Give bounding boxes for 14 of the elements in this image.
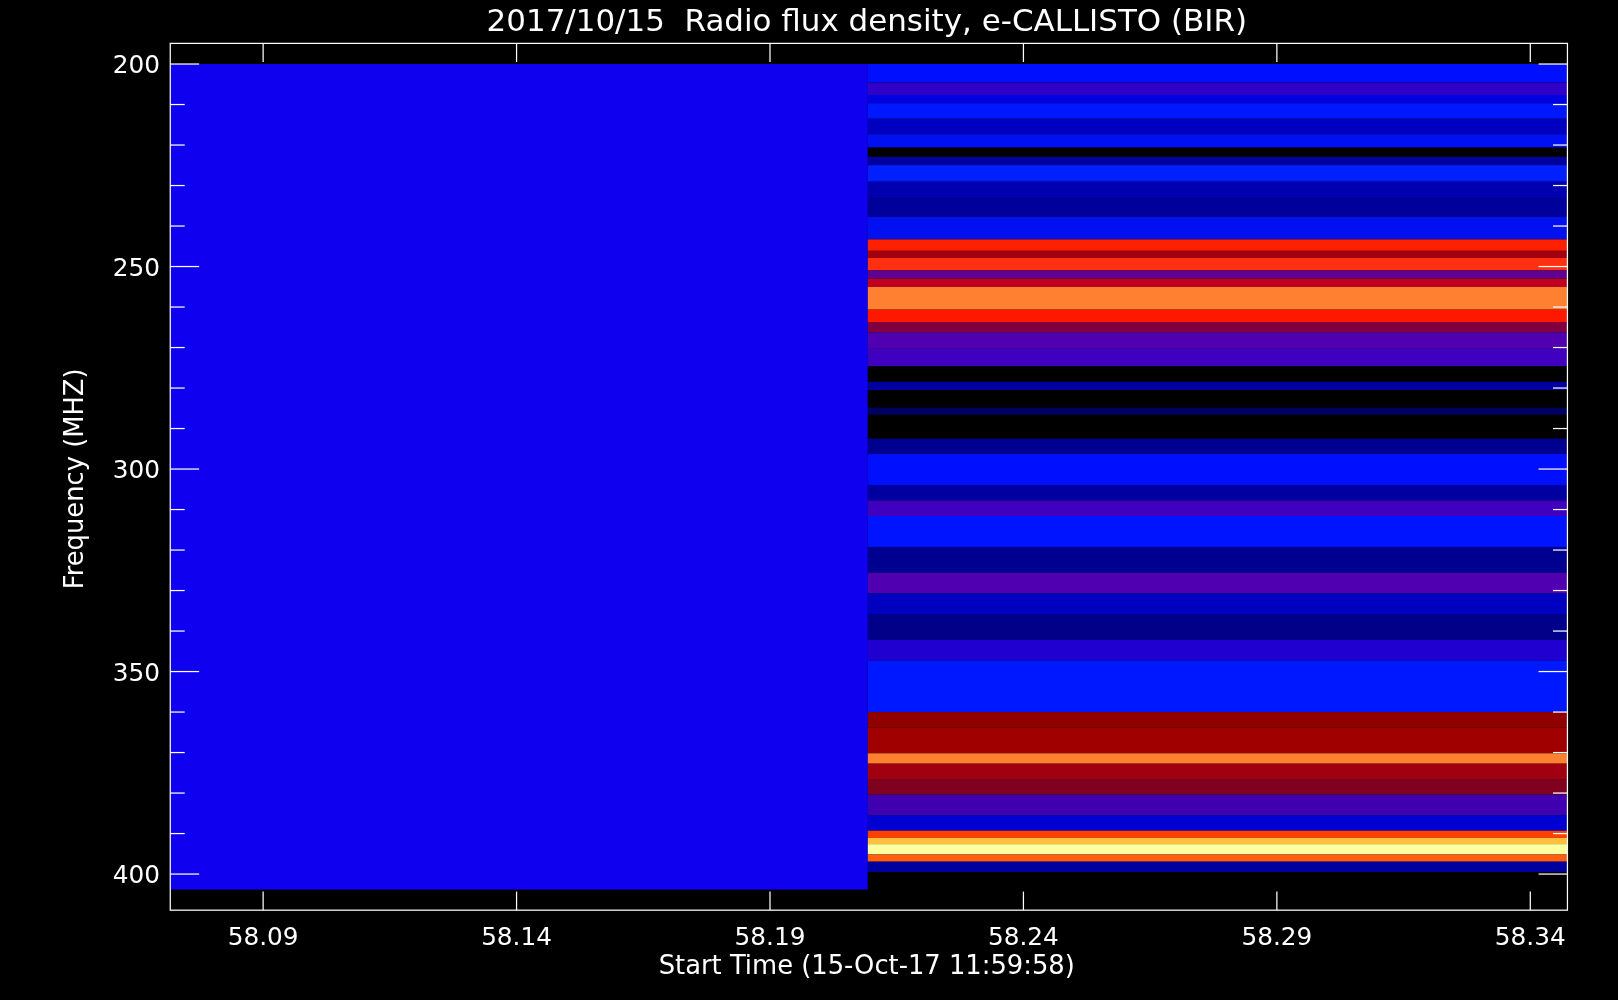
tick-label: 400: [112, 860, 160, 890]
tick-label: 58.19: [734, 922, 806, 952]
tick-label: 58.24: [988, 922, 1059, 952]
tick-label: 300: [112, 455, 160, 485]
tick-label: 58.14: [481, 922, 552, 952]
tick-label: 250: [112, 252, 160, 282]
tick-label: 58.29: [1241, 922, 1313, 952]
plot-title: 2017/10/15 Radio flux density, e-CALLISTO (BIR): [486, 2, 1247, 38]
tick-label: 58.09: [227, 922, 299, 952]
axis-label: Start Time (15-Oct-17 11:59:58): [658, 950, 1075, 981]
tick-label: 350: [112, 657, 160, 687]
tick-label: 58.34: [1494, 922, 1566, 952]
tick-label: 200: [112, 50, 160, 80]
axis-label: Frequency (MHZ): [58, 368, 89, 590]
